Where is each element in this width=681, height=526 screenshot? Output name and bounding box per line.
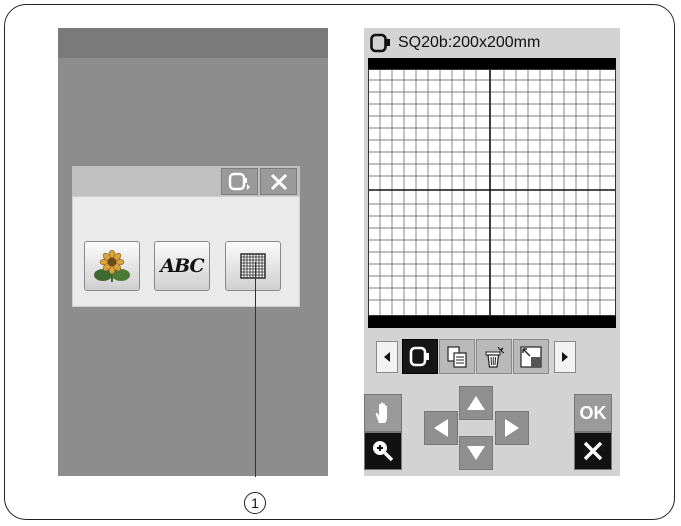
hoop-icon: [409, 346, 429, 366]
move-left-button[interactable]: [424, 411, 458, 445]
close-button[interactable]: [260, 168, 297, 195]
hand-icon: [375, 402, 387, 423]
close-icon: [270, 173, 287, 190]
copy-tool-button[interactable]: [439, 339, 475, 374]
lettering-button[interactable]: ABC: [154, 241, 210, 291]
ok-button[interactable]: OK: [574, 394, 612, 432]
delete-tool-button[interactable]: [476, 339, 512, 374]
copy-icon: [447, 345, 467, 368]
hoop-tool-button[interactable]: [402, 339, 438, 374]
delete-icon: [485, 346, 505, 368]
lettering-label: ABC: [160, 255, 204, 277]
toolbar-scroll-left-button[interactable]: [376, 341, 398, 373]
close-icon: [583, 441, 603, 461]
move-down-button[interactable]: [459, 436, 493, 470]
arrow-right-icon: [505, 419, 519, 437]
ok-label: OK: [579, 402, 607, 423]
callout-number: 1: [244, 492, 266, 514]
resize-tool-button[interactable]: [513, 339, 549, 374]
hand-button[interactable]: [364, 394, 402, 432]
move-right-button[interactable]: [495, 411, 529, 445]
status-bar: [58, 28, 328, 58]
callout-leader-line: [255, 262, 256, 477]
toolbar-scroll-right-button[interactable]: [554, 341, 576, 373]
arrow-up-icon: [467, 396, 485, 410]
design-button[interactable]: [84, 241, 140, 291]
hoop-select-button[interactable]: [221, 168, 258, 195]
hoop-icon: [370, 33, 390, 53]
move-up-button[interactable]: [459, 386, 493, 420]
hoop-select-icon: [228, 172, 250, 190]
title-bar: SQ20b:200x200mm: [364, 28, 620, 58]
grid-lines: [368, 69, 616, 316]
left-screen: ABC: [58, 28, 328, 476]
arrow-left-icon: [434, 419, 448, 437]
resize-icon: [520, 345, 542, 368]
zoom-in-icon: [373, 441, 394, 462]
flower-icon: [94, 249, 130, 282]
cancel-button[interactable]: [574, 432, 612, 470]
embroidery-canvas[interactable]: [368, 58, 616, 328]
zoom-button[interactable]: [364, 432, 402, 470]
arrow-right-icon: [562, 352, 568, 362]
grid-icon: [240, 253, 266, 279]
right-screen: SQ20b:200x200mm OK: [364, 28, 620, 476]
grid-button[interactable]: [225, 241, 281, 291]
arrow-left-icon: [384, 352, 390, 362]
arrow-down-icon: [467, 446, 485, 460]
hoop-title: SQ20b:200x200mm: [398, 34, 541, 51]
